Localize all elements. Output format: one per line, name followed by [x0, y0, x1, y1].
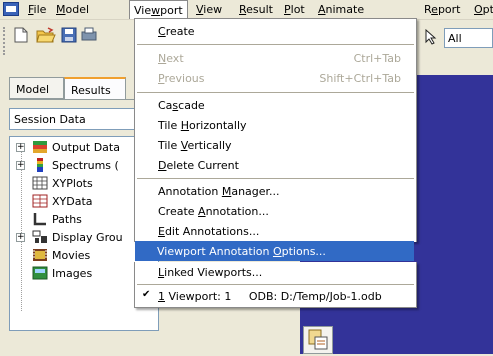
tab-model[interactable]: Model — [9, 77, 64, 99]
spectrum-icon — [36, 158, 44, 172]
image-icon — [32, 266, 48, 280]
viewport-menu-dropdown-tail: Linked Viewports... ✔ 1 Viewport: 1 ODB:… — [134, 262, 417, 308]
new-file-icon[interactable] — [12, 27, 30, 43]
menu-item-previous[interactable]: Previous Shift+Ctrl+Tab — [136, 68, 415, 88]
open-folder-icon[interactable] — [36, 27, 56, 43]
menu-separator — [137, 284, 414, 285]
viewport-menu-dropdown: Create Next Ctrl+Tab Previous Shift+Ctrl… — [134, 18, 417, 242]
menu-item-linked-viewports[interactable]: Linked Viewports... — [136, 262, 415, 282]
paste-viewport-button[interactable] — [303, 326, 333, 354]
menu-item-viewport-annotation-options[interactable]: Viewport Annotation Options... — [135, 241, 414, 261]
expand-icon[interactable]: + — [16, 161, 25, 170]
menu-item-create-annotation[interactable]: Create Annotation... — [136, 201, 415, 221]
menu-item-next[interactable]: Next Ctrl+Tab — [136, 48, 415, 68]
display-group-icon — [32, 230, 48, 244]
menu-item-tile-vertically[interactable]: Tile Vertically — [136, 135, 415, 155]
selection-filter-value: All — [448, 32, 462, 45]
menu-item-tile-horizontally[interactable]: Tile Horizontally — [136, 115, 415, 135]
menu-separator — [137, 92, 414, 93]
menu-item-edit-annotations[interactable]: Edit Annotations... — [136, 221, 415, 241]
expand-icon[interactable]: + — [16, 143, 25, 152]
menu-file[interactable]: File — [28, 3, 46, 16]
menu-item-cascade[interactable]: Cascade — [136, 95, 415, 115]
path-icon — [32, 212, 48, 226]
toolbar-grip[interactable] — [3, 27, 7, 55]
menu-separator — [137, 44, 414, 45]
menu-item-create[interactable]: Create — [136, 21, 415, 41]
menu-item-current-viewport[interactable]: ✔ 1 Viewport: 1 ODB: D:/Temp/Job-1.odb — [136, 286, 415, 306]
menu-report[interactable]: Report — [424, 3, 461, 16]
menu-view[interactable]: View — [196, 3, 222, 16]
app-icon[interactable] — [3, 2, 19, 16]
menu-item-delete-current[interactable]: Delete Current — [136, 155, 415, 175]
print-icon[interactable] — [80, 27, 98, 43]
menu-model[interactable]: Model — [56, 3, 89, 16]
tab-results[interactable]: Results — [64, 77, 126, 99]
xyplot-icon — [32, 176, 48, 190]
output-data-icon — [32, 140, 48, 154]
checkmark-icon: ✔ — [142, 289, 151, 300]
menu-viewport[interactable]: Viewport — [129, 0, 188, 19]
menu-animate[interactable]: Animate — [318, 3, 364, 16]
menu-item-annotation-manager[interactable]: Annotation Manager... — [136, 181, 415, 201]
selection-filter-combo[interactable]: All — [444, 28, 493, 48]
select-cursor-icon[interactable] — [424, 28, 438, 45]
save-icon[interactable] — [60, 27, 78, 43]
xydata-icon — [32, 194, 48, 208]
menu-plot[interactable]: Plot — [284, 3, 305, 16]
expand-icon[interactable]: + — [16, 233, 25, 242]
menu-options[interactable]: Opt — [474, 3, 493, 16]
menu-result[interactable]: Result — [239, 3, 273, 16]
menu-separator — [137, 178, 414, 179]
movie-icon — [32, 248, 48, 262]
menu-bar: File Model Viewport View Result Plot Ani… — [0, 0, 493, 20]
